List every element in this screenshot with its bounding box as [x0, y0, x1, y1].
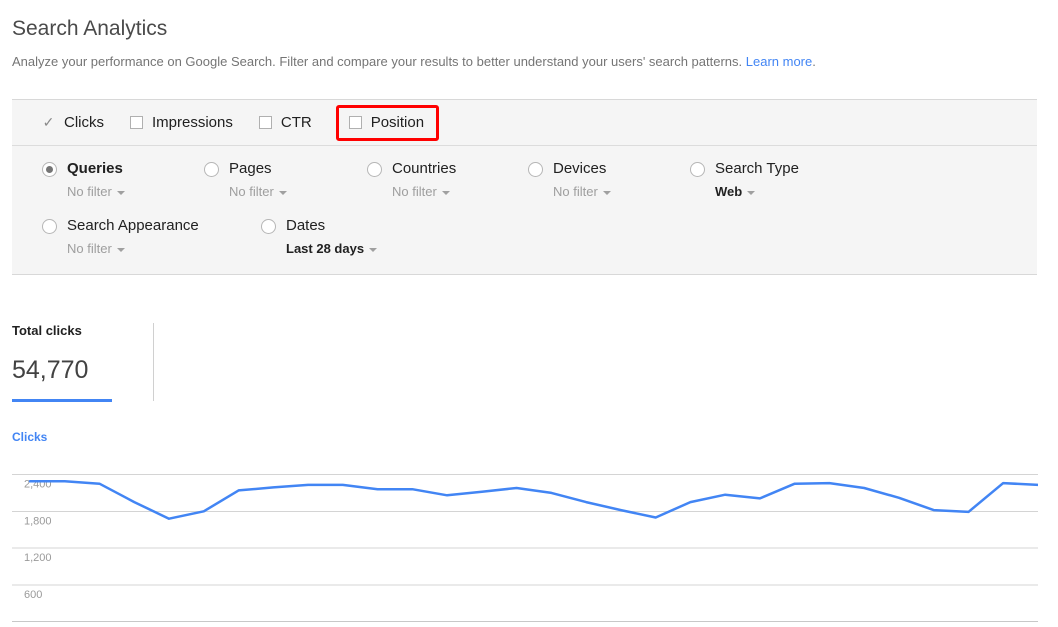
dimension-countries-filter[interactable]: No filter — [367, 184, 528, 199]
page-title: Search Analytics — [12, 17, 168, 40]
dimension-queries-filter-label: No filter — [67, 184, 112, 199]
metric-tab-impressions-label: Impressions — [152, 113, 233, 131]
check-icon: ✓ — [42, 114, 55, 130]
dimension-queries-filter[interactable]: No filter — [42, 184, 204, 199]
learn-more-link[interactable]: Learn more — [746, 54, 812, 69]
chart-svg: 2,4001,8001,200600 — [12, 473, 1038, 622]
summary-title: Total clicks — [12, 323, 82, 338]
dimension-queries-label: Queries — [67, 160, 123, 177]
dimension-search-appearance-head[interactable]: Search Appearance — [42, 217, 261, 235]
radio-icon[interactable] — [204, 161, 219, 177]
dimension-devices-head[interactable]: Devices — [528, 160, 690, 178]
metric-tab-position[interactable]: Position — [335, 104, 440, 141]
dimension-countries-label: Countries — [392, 160, 457, 177]
dimension-dates-filter[interactable]: Last 28 days — [261, 241, 378, 256]
filter-panel: ✓ Clicks Impressions CTR Position Querie… — [12, 99, 1037, 275]
metric-tabs: ✓ Clicks Impressions CTR Position — [12, 100, 1037, 146]
chart-y-tick-label: 1,200 — [24, 552, 52, 564]
dimension-countries[interactable]: Countries No filter — [367, 160, 528, 199]
dimension-search-type-filter[interactable]: Web — [690, 184, 799, 199]
page-header: Search Analytics Analyze your performanc… — [0, 0, 1058, 71]
clicks-chart: Clicks 2,400 1,800 1,200 600 — [12, 430, 1038, 622]
page-description: Analyze your performance on Google Searc… — [12, 53, 1058, 71]
metric-tab-position-label: Position — [370, 113, 425, 131]
dimension-queries[interactable]: Queries No filter — [42, 160, 204, 199]
dimension-search-type[interactable]: Search Type Web — [690, 160, 799, 199]
metric-tab-clicks-label: Clicks — [64, 113, 104, 131]
dimension-row-2: Search Appearance No filter Dates Last 2… — [12, 217, 1037, 256]
page-description-period: . — [812, 54, 816, 69]
dimension-devices-label: Devices — [553, 160, 607, 177]
chevron-down-icon — [369, 247, 378, 252]
dimension-devices-filter[interactable]: No filter — [528, 184, 690, 199]
radio-icon[interactable] — [261, 218, 276, 234]
summary-card-total-clicks[interactable]: Total clicks 54,770 — [12, 323, 137, 402]
dimension-search-appearance-filter-label: No filter — [67, 241, 112, 256]
chevron-down-icon — [278, 190, 287, 195]
dimension-search-type-filter-label: Web — [715, 184, 743, 199]
dimension-dates-label: Dates — [286, 217, 326, 234]
chart-series-line — [28, 479, 1038, 520]
summary-value: 54,770 — [12, 356, 89, 384]
dimension-filters: Queries No filter Pages No filter Countr… — [12, 146, 1037, 274]
dimension-devices-filter-label: No filter — [553, 184, 598, 199]
chart-plot-area[interactable]: 2,400 1,800 1,200 600 — [12, 456, 1038, 622]
dimension-dates-filter-label: Last 28 days — [286, 241, 365, 256]
chevron-down-icon — [116, 247, 125, 252]
dimension-countries-head[interactable]: Countries — [367, 160, 528, 178]
summary-divider — [153, 323, 154, 401]
metric-tab-ctr-label: CTR — [280, 113, 312, 131]
dimension-countries-filter-label: No filter — [392, 184, 437, 199]
chevron-down-icon — [602, 190, 611, 195]
checkbox-icon[interactable] — [130, 116, 143, 129]
checkbox-icon[interactable] — [348, 116, 362, 129]
chart-legend: Clicks — [12, 430, 48, 444]
dimension-pages-label: Pages — [229, 160, 272, 177]
dimension-search-appearance-filter[interactable]: No filter — [42, 241, 261, 256]
dimension-row-1: Queries No filter Pages No filter Countr… — [12, 160, 1037, 199]
dimension-devices[interactable]: Devices No filter — [528, 160, 690, 199]
dimension-pages-head[interactable]: Pages — [204, 160, 367, 178]
summary-underline — [12, 399, 112, 402]
chevron-down-icon — [116, 190, 125, 195]
chart-y-tick-label: 1,800 — [24, 515, 52, 527]
dimension-pages-filter[interactable]: No filter — [204, 184, 367, 199]
radio-icon[interactable] — [690, 161, 705, 177]
dimension-search-type-head[interactable]: Search Type — [690, 160, 799, 178]
dimension-pages[interactable]: Pages No filter — [204, 160, 367, 199]
summary-metrics: Total clicks 54,770 — [12, 323, 154, 402]
dimension-dates[interactable]: Dates Last 28 days — [261, 217, 378, 256]
dimension-dates-head[interactable]: Dates — [261, 217, 377, 235]
radio-icon[interactable] — [42, 218, 57, 234]
checkbox-icon[interactable] — [258, 116, 272, 129]
chart-y-tick-label: 600 — [24, 589, 42, 601]
metric-tab-clicks[interactable]: ✓ Clicks — [42, 114, 104, 132]
chevron-down-icon — [747, 190, 756, 195]
dimension-pages-filter-label: No filter — [229, 184, 274, 199]
dimension-search-appearance[interactable]: Search Appearance No filter — [42, 217, 261, 256]
dimension-search-type-label: Search Type — [715, 160, 799, 177]
chevron-down-icon — [441, 190, 450, 195]
metric-tab-impressions[interactable]: Impressions — [130, 114, 233, 132]
dimension-search-appearance-label: Search Appearance — [67, 217, 199, 234]
page-description-text: Analyze your performance on Google Searc… — [12, 54, 746, 69]
radio-icon[interactable] — [528, 161, 543, 177]
radio-icon[interactable] — [42, 161, 57, 177]
metric-tab-ctr[interactable]: CTR — [258, 113, 312, 132]
dimension-queries-head[interactable]: Queries — [42, 160, 204, 178]
radio-icon[interactable] — [367, 161, 382, 177]
